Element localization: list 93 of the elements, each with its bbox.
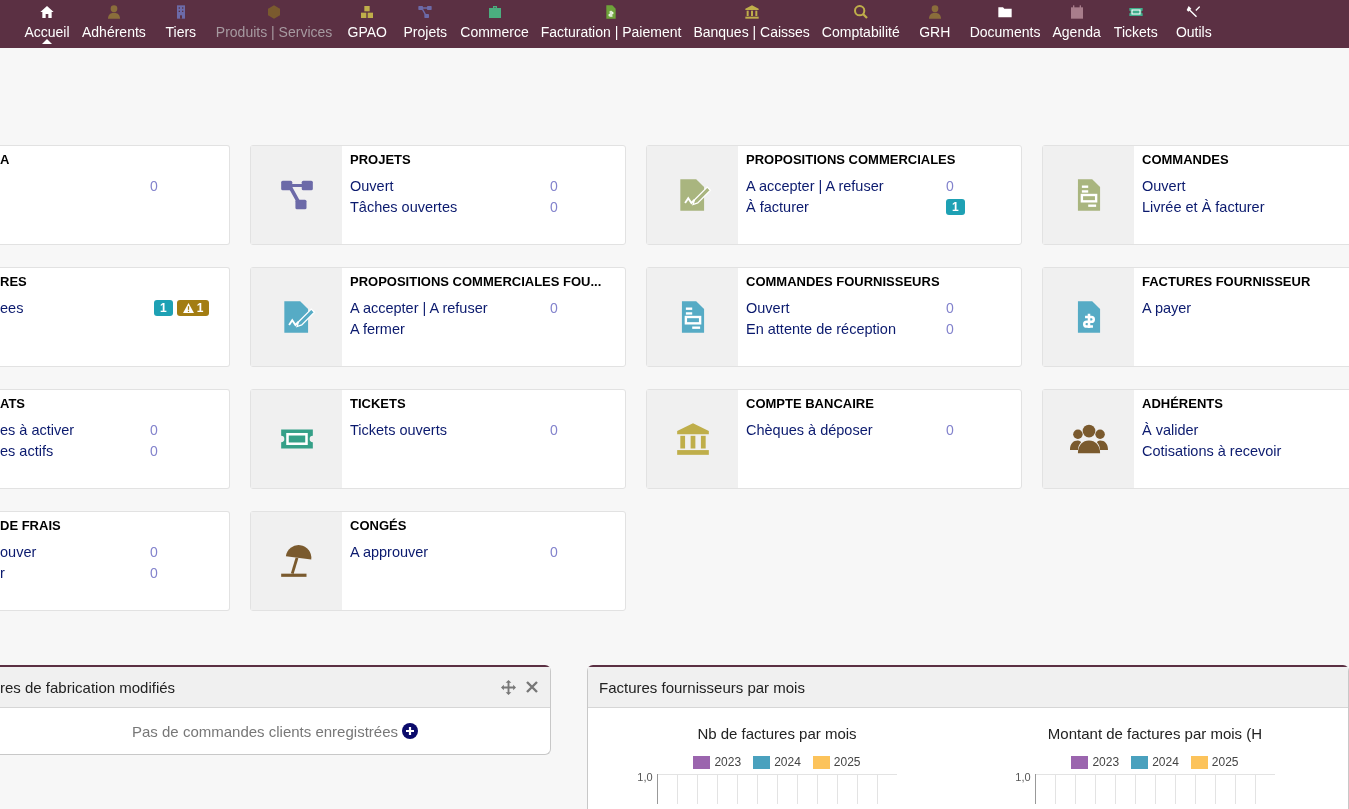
card-link[interactable]: A accepter | A refuser [350, 299, 550, 316]
folder-icon [997, 4, 1014, 20]
empty-message: Pas de commandes clients enregistrées [132, 722, 398, 740]
count-value: 0 [150, 421, 158, 438]
card-link[interactable]: Ouvert [350, 177, 550, 194]
menu-tab[interactable]: Agenda [1046, 0, 1107, 44]
calendar-icon [1068, 4, 1085, 20]
card-title: ADHÉRENTS [1142, 396, 1224, 411]
card-title: COMMANDES [1142, 152, 1230, 167]
card-title: ATS [0, 396, 27, 411]
count-value: 0 [946, 299, 954, 316]
card-title: PROJETS [350, 152, 412, 167]
card-title: COMPTE BANCAIRE [746, 396, 875, 411]
legend-label: 2023 [714, 755, 742, 769]
card-link[interactable]: ouver [0, 543, 150, 560]
legend-label: 2023 [1092, 755, 1120, 769]
menu-tab[interactable]: Banques | Caisses [687, 0, 816, 44]
card-link[interactable]: En attente de réception [746, 321, 946, 338]
count-badge: 1 [946, 199, 965, 216]
card-link[interactable]: A fermer [350, 321, 550, 338]
menu-tab[interactable]: Projets [396, 0, 455, 44]
card-title: PROPOSITIONS COMMERCIALES [746, 152, 957, 167]
card-link[interactable]: es actifs [0, 443, 150, 460]
card-title: DE FRAIS [0, 518, 62, 533]
boxes-icon [359, 4, 376, 20]
card-link[interactable]: A payer [1142, 299, 1342, 316]
card-link[interactable]: ees [0, 299, 150, 316]
menu-tab[interactable]: Adhérents [76, 0, 152, 44]
menu-tab[interactable]: Comptabilité [815, 0, 906, 44]
house-icon [39, 4, 55, 20]
card-link[interactable]: Tâches ouvertes [350, 199, 550, 216]
card-title: A [0, 152, 11, 167]
count-value: 0 [150, 543, 158, 560]
count-value: 0 [550, 199, 558, 216]
close-icon[interactable] [526, 681, 538, 693]
menu-tab[interactable]: GRH [905, 0, 964, 44]
card-title: PROPOSITIONS COMMERCIALES FOU... [350, 274, 603, 289]
widget-title: res de fabrication modifiés [0, 678, 176, 696]
count-value: 0 [150, 443, 158, 460]
card-link[interactable]: À facturer [746, 199, 946, 216]
nodes-icon [417, 4, 434, 20]
card-link[interactable]: Cotisations à recevoir [1142, 443, 1342, 460]
axis-tick-label: 1,0 [637, 772, 653, 783]
card-title: RES [0, 274, 28, 289]
card-link[interactable]: A accepter | A refuser [746, 177, 946, 194]
count-value: 0 [550, 299, 558, 316]
count-value: 0 [150, 177, 158, 194]
menu-tab[interactable]: Documents [963, 0, 1047, 44]
add-icon[interactable] [402, 723, 418, 739]
menu-tab[interactable]: Commerce [454, 0, 535, 44]
warning-badge: 1 [176, 299, 210, 316]
tools-icon [1185, 4, 1202, 20]
card-title: COMMANDES FOURNISSEURS [746, 274, 941, 289]
bank-icon [743, 4, 760, 20]
count-value: 0 [946, 177, 954, 194]
card-link[interactable]: Livrée et À facturer [1142, 199, 1342, 216]
axis-tick-label: 1,0 [1015, 772, 1031, 783]
menu-tab[interactable]: Tiers [151, 0, 210, 44]
count-value: 0 [550, 543, 558, 560]
menu-tab[interactable]: Facturation | Paiement [534, 0, 688, 44]
card-link[interactable]: À valider [1142, 421, 1342, 438]
card-title: FACTURES FOURNISSEUR [1142, 274, 1312, 289]
card-link[interactable]: Tickets ouverts [350, 421, 550, 438]
move-icon[interactable] [501, 679, 516, 695]
menu-tab[interactable]: Outils [1164, 0, 1223, 44]
count-value: 0 [550, 177, 558, 194]
card-link[interactable]: Ouvert [1142, 177, 1342, 194]
count-value: 0 [150, 565, 158, 582]
card-link[interactable]: A approuver [350, 543, 550, 560]
count-value: 0 [946, 321, 954, 338]
widget-title: Factures fournisseurs par mois [599, 678, 805, 696]
card-link[interactable]: es à activer [0, 421, 150, 438]
legend-label: 2024 [774, 755, 801, 769]
legend-label: 2025 [1211, 755, 1239, 769]
card-link[interactable]: r [0, 565, 150, 582]
briefcase-icon [486, 4, 503, 20]
card-title: TICKETS [350, 396, 407, 411]
menu-tab[interactable]: GPAO [338, 0, 397, 44]
count-value: 0 [946, 421, 954, 438]
chart-title: Montant de factures par mois (H [1047, 725, 1263, 742]
box-icon [266, 4, 283, 20]
legend-label: 2025 [833, 755, 861, 769]
count-value: 0 [550, 421, 558, 438]
count-badge: 1 [154, 299, 173, 316]
card-title: CONGÉS [350, 518, 408, 533]
person-icon [105, 4, 122, 20]
menu-tab[interactable]: Tickets [1106, 0, 1165, 44]
chart-title: Nb de factures par mois [697, 725, 857, 742]
card-link[interactable]: Chèques à déposer [746, 421, 946, 438]
menu-tab[interactable]: Accueil [18, 0, 76, 44]
person-icon [926, 4, 943, 20]
card-link[interactable]: Ouvert [746, 299, 946, 316]
legend-label: 2024 [1152, 755, 1179, 769]
